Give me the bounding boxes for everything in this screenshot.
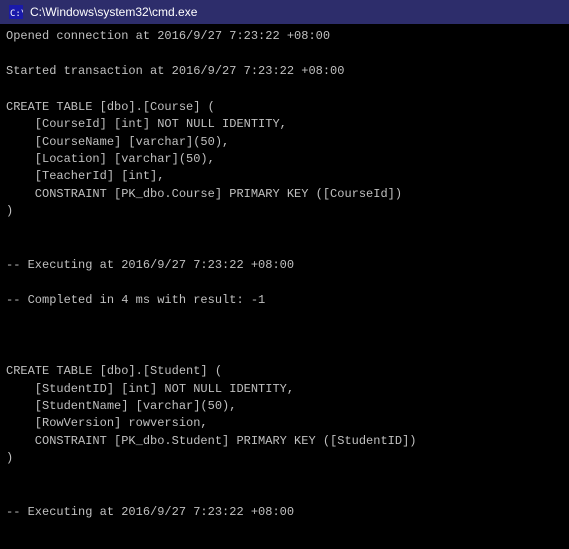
cmd-icon: C:\ <box>8 4 24 20</box>
terminal-line: -- Executing at 2016/9/27 7:23:22 +08:00 <box>6 257 563 274</box>
terminal-line <box>6 274 563 292</box>
terminal-line <box>6 309 563 327</box>
terminal-line: ) <box>6 203 563 220</box>
terminal-line: CONSTRAINT [PK_dbo.Student] PRIMARY KEY … <box>6 433 563 450</box>
title-bar-text: C:\Windows\system32\cmd.exe <box>30 5 561 19</box>
terminal-line: [RowVersion] rowversion, <box>6 415 563 432</box>
title-bar: C:\ C:\Windows\system32\cmd.exe <box>0 0 569 24</box>
terminal-line <box>6 221 563 239</box>
terminal-line <box>6 486 563 504</box>
terminal-line: Started transaction at 2016/9/27 7:23:22… <box>6 63 563 80</box>
terminal-line: [StudentID] [int] NOT NULL IDENTITY, <box>6 381 563 398</box>
terminal-line: [CourseName] [varchar](50), <box>6 134 563 151</box>
terminal-line <box>6 239 563 257</box>
terminal-line: [StudentName] [varchar](50), <box>6 398 563 415</box>
terminal-line: [Location] [varchar](50), <box>6 151 563 168</box>
terminal-line <box>6 468 563 486</box>
terminal-line: [CourseId] [int] NOT NULL IDENTITY, <box>6 116 563 133</box>
terminal-line: -- Completed in 4 ms with result: -1 <box>6 292 563 309</box>
terminal-line <box>6 327 563 345</box>
terminal-line: CREATE TABLE [dbo].[Student] ( <box>6 363 563 380</box>
terminal-line: CREATE TABLE [dbo].[Course] ( <box>6 99 563 116</box>
terminal-line <box>6 81 563 99</box>
terminal-line: CONSTRAINT [PK_dbo.Course] PRIMARY KEY (… <box>6 186 563 203</box>
terminal-line <box>6 45 563 63</box>
terminal-line: -- Executing at 2016/9/27 7:23:22 +08:00 <box>6 504 563 521</box>
terminal-line <box>6 345 563 363</box>
terminal-body: Opened connection at 2016/9/27 7:23:22 +… <box>0 24 569 549</box>
terminal-line: [TeacherId] [int], <box>6 168 563 185</box>
svg-text:C:\: C:\ <box>10 9 23 19</box>
terminal-line: ) <box>6 450 563 467</box>
terminal-line: Opened connection at 2016/9/27 7:23:22 +… <box>6 28 563 45</box>
